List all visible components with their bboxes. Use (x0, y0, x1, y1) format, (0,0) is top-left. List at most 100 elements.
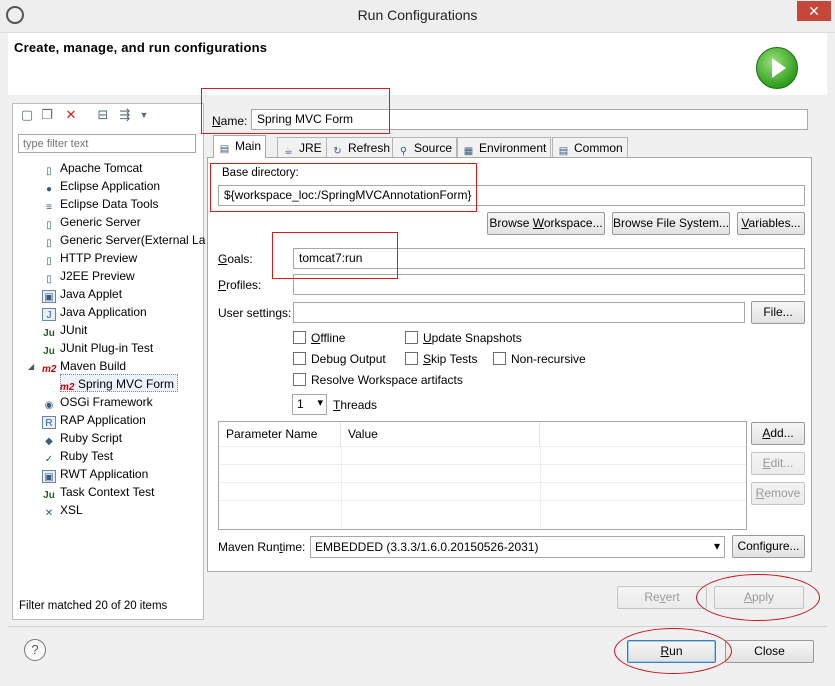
annotation-goals-box (272, 232, 398, 279)
tree-item-label: Generic Server (60, 215, 141, 229)
help-icon[interactable]: ? (24, 639, 46, 661)
non-recursive-checkbox[interactable]: Non-recursive (493, 352, 586, 366)
title-bar: Run Configurations (0, 0, 835, 33)
tree-item-label: HTTP Preview (60, 251, 138, 265)
goals-label: Goals: (218, 252, 253, 266)
tree-item[interactable]: Ju Task Context Test (42, 484, 155, 501)
threads-select[interactable]: 1 (292, 394, 327, 415)
tomcat-icon: ▯ (46, 166, 52, 177)
maven-icon: m2 (60, 382, 75, 393)
tree-item[interactable]: Ju JUnit (42, 322, 87, 339)
tree-item[interactable]: ▯ Generic Server (42, 214, 141, 231)
param-name-header[interactable]: Parameter Name (219, 422, 341, 446)
maven-runtime-label: Maven Runtime: (218, 540, 306, 554)
remove-button[interactable]: Remove (751, 482, 805, 505)
threads-label: Threads (333, 398, 378, 412)
tree-item[interactable]: J Java Application (42, 304, 147, 321)
user-settings-label: User settings: (218, 306, 292, 320)
profiles-label: Profiles: (218, 278, 262, 292)
parameter-table[interactable]: Parameter Name Value (218, 421, 747, 530)
variables-button[interactable]: Variables... (737, 212, 805, 235)
tree-item[interactable]: ▯ J2EE Preview (42, 268, 135, 285)
tree-item[interactable]: ✓ Ruby Test (42, 448, 113, 465)
duplicate-icon[interactable]: ❐ (40, 108, 54, 122)
annotation-name-box (201, 88, 390, 134)
tree-item-label: OSGi Framework (60, 395, 153, 409)
file-button[interactable]: File... (751, 301, 805, 324)
ruby-icon: ◆ (45, 436, 53, 447)
filter-input[interactable] (18, 134, 196, 153)
user-settings-input[interactable] (293, 302, 745, 323)
tree-item-label: Ruby Script (60, 431, 123, 445)
tree-item[interactable]: ● Eclipse Application (42, 178, 160, 195)
tree-item[interactable]: ▯ Apache Tomcat (42, 160, 142, 177)
annotation-base-dir-box (210, 163, 477, 212)
debug-output-checkbox[interactable]: Debug Output (293, 352, 386, 366)
add-button[interactable]: Add... (751, 422, 805, 445)
tree-item-label: Eclipse Data Tools (60, 197, 159, 211)
tree-item-label: JUnit (60, 323, 88, 337)
tree-item-label: J2EE Preview (60, 269, 135, 283)
view-menu-icon[interactable]: ▼ (137, 108, 151, 122)
annotation-apply-oval (696, 574, 820, 621)
tree-item[interactable]: ≡ Eclipse Data Tools (42, 196, 159, 213)
tab-common[interactable]: ▤ Common (552, 137, 628, 158)
tree-item[interactable]: ◉ OSGi Framework (42, 394, 153, 411)
tab-refresh[interactable]: ↻ Refresh (326, 137, 396, 158)
new-config-icon[interactable]: ▢ (20, 108, 34, 122)
rwt-icon: ▣ (42, 470, 56, 483)
offline-checkbox[interactable]: Offline (293, 331, 345, 345)
tree-item-label: Task Context Test (60, 485, 155, 499)
xsl-icon: ✕ (44, 508, 54, 519)
ruby-test-icon: ✓ (44, 454, 54, 465)
tree-item[interactable]: ▣ Java Applet (42, 286, 122, 303)
collapse-all-icon[interactable]: ⊟ (96, 108, 110, 122)
tree-item-label: Java Application (60, 305, 147, 319)
filter-icon[interactable]: ⇶ (118, 108, 132, 122)
skip-tests-checkbox[interactable]: Skip Tests (405, 352, 477, 366)
server-icon: ▯ (46, 220, 52, 231)
server-icon: ▯ (46, 274, 52, 285)
browse-workspace-button[interactable]: Browse Workspace... (487, 212, 605, 235)
tree-item[interactable]: ▣ RWT Application (42, 466, 148, 483)
update-snapshots-checkbox[interactable]: Update Snapshots (405, 331, 522, 345)
tab-jre[interactable]: ☕ JRE (277, 137, 327, 158)
eclipse-app-icon (6, 6, 24, 24)
tab-environment[interactable]: ▦ Environment (457, 137, 552, 158)
tree-item-label: JUnit Plug-in Test (60, 341, 154, 355)
tree-item[interactable]: ▯ HTTP Preview (42, 250, 137, 267)
tree-item[interactable]: m2 Maven Build ◢ (28, 358, 127, 375)
window-close-button[interactable]: ✕ (797, 1, 831, 21)
tree-item[interactable]: R RAP Application (42, 412, 146, 429)
applet-icon: ▣ (42, 290, 56, 303)
eclipse-icon: ● (45, 184, 53, 195)
server-icon: ▯ (46, 238, 52, 249)
tab-source[interactable]: ⚲ Source (392, 137, 458, 158)
tree-item-label: Generic Server(External La (60, 233, 206, 247)
expand-arrow-icon[interactable]: ◢ (28, 358, 34, 375)
resolve-workspace-checkbox[interactable]: Resolve Workspace artifacts (293, 373, 463, 387)
browse-file-system-button[interactable]: Browse File System... (612, 212, 730, 235)
tree-item[interactable]: ◆ Ruby Script (42, 430, 122, 447)
tab-main[interactable]: ▤ Main (213, 135, 267, 158)
footer-separator (8, 626, 827, 627)
maven-runtime-select[interactable]: EMBEDDED (3.3.3/1.6.0.20150526-2031) (310, 536, 725, 558)
delete-icon[interactable]: ✕ (64, 108, 78, 122)
task-test-icon: Ju (43, 490, 55, 501)
tree-item-label: Java Applet (60, 287, 123, 301)
tree-item[interactable]: ✕ XSL (42, 502, 83, 519)
osgi-icon: ◉ (44, 400, 54, 411)
close-button[interactable]: Close (725, 640, 814, 663)
junit-icon: Ju (43, 328, 55, 339)
tree-item-label: Maven Build (60, 359, 127, 373)
param-value-header[interactable]: Value (341, 422, 540, 446)
tree-item[interactable]: ▯ Generic Server(External La (42, 232, 205, 249)
tree-item[interactable]: Ju JUnit Plug-in Test (42, 340, 153, 357)
database-icon: ≡ (46, 202, 52, 213)
revert-button[interactable]: Revert (617, 586, 707, 609)
server-icon: ▯ (46, 256, 52, 267)
dialog-header-text: Create, manage, and run configurations (14, 40, 268, 55)
edit-button[interactable]: Edit... (751, 452, 805, 475)
configure-button[interactable]: Configure... (732, 535, 805, 558)
tree-item-child[interactable]: m2 Spring MVC Form (60, 376, 174, 393)
